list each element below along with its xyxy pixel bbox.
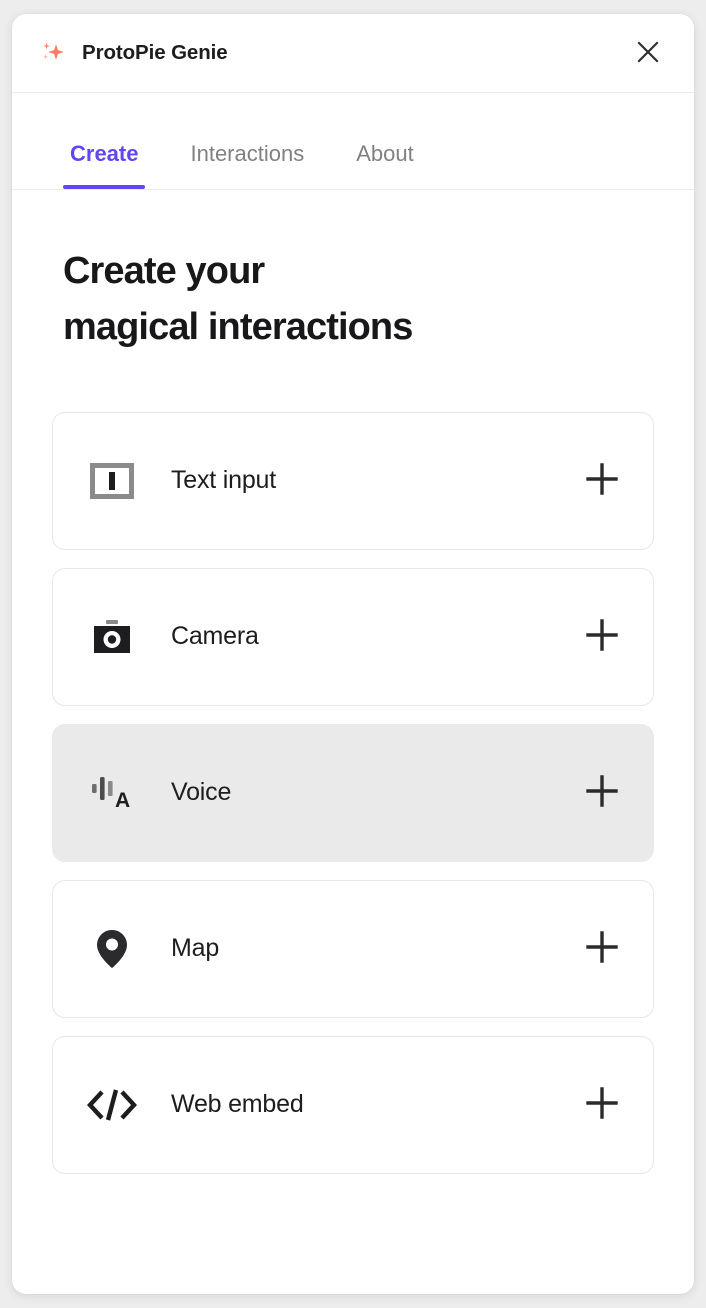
- tab-create[interactable]: Create: [63, 141, 146, 189]
- page-title: Create your magical interactions: [63, 244, 654, 356]
- app-title: ProtoPie Genie: [82, 41, 228, 64]
- tab-about[interactable]: About: [349, 141, 421, 189]
- add-map-button[interactable]: [578, 925, 626, 973]
- app-brand: ProtoPie Genie: [40, 40, 628, 66]
- web-embed-icon: [53, 1085, 171, 1125]
- svg-text:A: A: [115, 789, 130, 812]
- add-camera-button[interactable]: [578, 613, 626, 661]
- add-text-input-button[interactable]: [578, 457, 626, 505]
- card-label: Text input: [171, 466, 277, 495]
- tab-interactions[interactable]: Interactions: [183, 141, 311, 189]
- page-title-line-2: magical interactions: [63, 305, 413, 348]
- plus-icon: [585, 1086, 619, 1123]
- interaction-card-list: Text input Camera A Voice Map Web embed: [52, 411, 654, 1174]
- tab-bar: Create Interactions About: [12, 93, 694, 190]
- plus-icon: [585, 774, 619, 811]
- camera-icon: [53, 617, 171, 657]
- card-web-embed[interactable]: Web embed: [52, 1035, 654, 1174]
- card-voice[interactable]: A Voice: [52, 723, 654, 862]
- map-pin-icon: [53, 927, 171, 971]
- card-label: Camera: [171, 622, 259, 651]
- panel-header: ProtoPie Genie: [12, 14, 694, 93]
- card-text-input[interactable]: Text input: [52, 411, 654, 550]
- card-map[interactable]: Map: [52, 879, 654, 1018]
- text-input-icon: [53, 461, 171, 501]
- close-button[interactable]: [628, 33, 668, 73]
- add-voice-button[interactable]: [578, 769, 626, 817]
- add-web-embed-button[interactable]: [578, 1081, 626, 1129]
- card-camera[interactable]: Camera: [52, 567, 654, 706]
- card-label: Voice: [171, 778, 232, 807]
- voice-icon: A: [53, 773, 171, 813]
- card-label: Map: [171, 934, 220, 963]
- plus-icon: [585, 930, 619, 967]
- create-panel-content: Create your magical interactions Text in…: [12, 190, 694, 1294]
- sparkle-icon: [40, 40, 66, 66]
- page-title-line-1: Create your: [63, 250, 265, 292]
- plus-icon: [585, 618, 619, 655]
- card-label: Web embed: [171, 1090, 304, 1119]
- plus-icon: [585, 462, 619, 499]
- close-icon: [633, 37, 663, 70]
- genie-panel: ProtoPie Genie Create Interactions About…: [12, 14, 694, 1294]
